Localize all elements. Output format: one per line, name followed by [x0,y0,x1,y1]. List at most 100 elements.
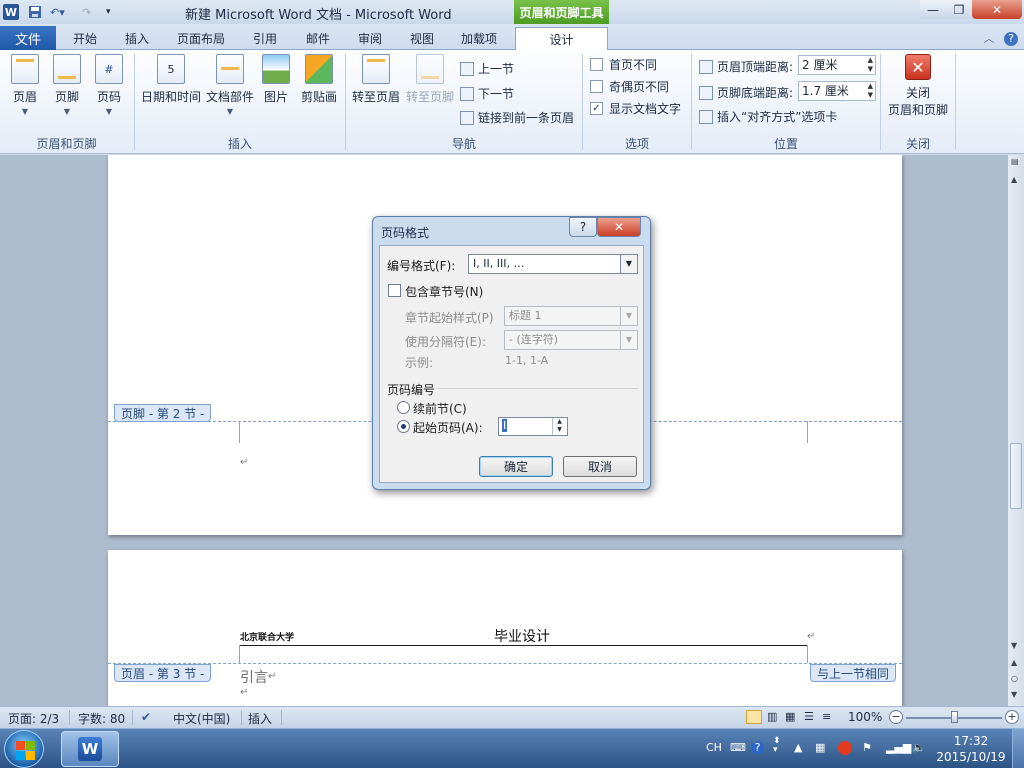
same-as-previous-tag: 与上一节相同 [810,664,897,682]
clip-art-button[interactable]: 剪贴画 [298,54,340,105]
insert-mode-indicator[interactable]: 插入 [248,710,272,727]
scrollbar-thumb[interactable] [1010,443,1022,509]
goto-header-button[interactable]: 转至页眉 [350,54,402,105]
chapter-style-select[interactable]: 标题 1 ▼ [504,306,638,326]
different-odd-even-checkbox[interactable]: 奇偶页不同 [590,78,669,95]
previous-section-button[interactable]: 上一节 [460,60,514,77]
minimize-ribbon-icon[interactable]: ︿ [984,32,995,45]
tab-home[interactable]: 开始 [64,27,106,50]
redo-icon[interactable]: ↷ [82,3,91,21]
show-hidden-icons-icon[interactable]: ▲ [794,741,802,754]
show-document-text-checkbox[interactable]: ✓ 显示文档文字 [590,100,681,117]
action-center-flag-icon[interactable]: ⚑ [862,741,872,754]
customize-toolbar-icon[interactable]: ▾ [106,3,111,21]
goto-footer-icon [416,54,444,84]
tab-review[interactable]: 审阅 [349,27,391,50]
ribbon-controls: ︿ ? [984,30,1018,46]
help-icon[interactable]: ? [1004,32,1018,46]
ime-options-icon[interactable]: ⬍ ▾ [773,737,781,755]
zoom-out-button[interactable]: − [889,710,903,724]
next-page-icon[interactable]: ▼ [1011,690,1017,699]
keyboard-icon[interactable]: ⌨ [730,741,746,754]
zoom-in-button[interactable]: + [1005,710,1019,724]
close-window-button[interactable]: ✕ [972,0,1022,19]
continue-from-previous-label: 续前节(C) [413,402,467,416]
scroll-down-icon[interactable]: ▼ [1011,641,1017,650]
spin-arrows-icon[interactable]: ▲ ▼ [552,418,566,435]
security-app-icon[interactable] [838,741,852,755]
tab-design[interactable]: 设计 [515,27,608,50]
scroll-up-icon[interactable]: ▲ [1011,175,1017,184]
web-layout-view-icon[interactable]: ▦ [785,710,795,723]
tab-view[interactable]: 视图 [401,27,443,50]
ok-button[interactable]: 确定 [479,456,553,477]
spin-arrows-icon[interactable]: ▲ ▼ [868,82,873,100]
include-chapter-checkbox[interactable] [388,284,401,297]
goto-footer-button[interactable]: 转至页脚 [404,54,456,105]
crop-mark [807,421,808,443]
tab-file[interactable]: 文件 [0,26,56,50]
date-time-button[interactable]: 5 日期和时间 [140,54,202,105]
tab-mailings[interactable]: 邮件 [297,27,339,50]
word-count[interactable]: 字数: 80 [78,710,125,727]
signal-icon[interactable]: ▂▄▆ [886,741,911,754]
doc-parts-button[interactable]: 文档部件 ▼ [204,54,256,116]
next-section-button[interactable]: 下一节 [460,85,514,102]
different-first-page-checkbox[interactable]: 首页不同 [590,56,657,73]
page-indicator[interactable]: 页面: 2/3 [8,710,59,727]
page-number-format-dialog[interactable]: 页码格式 ? ✕ 编号格式(F): I, II, III, … ▼ 包含章节号(… [372,216,651,490]
start-at-input[interactable]: I [502,419,508,432]
start-at-label: 起始页码(A): [413,421,483,435]
tab-references[interactable]: 引用 [244,27,286,50]
tab-add-ins[interactable]: 加载项 [452,27,506,50]
proofing-icon[interactable]: ✔ [141,710,151,724]
tab-page-layout[interactable]: 页面布局 [172,27,230,50]
previous-page-icon[interactable]: ▲ [1011,658,1017,667]
system-clock[interactable]: 17:32 2015/10/19 [935,733,1007,765]
save-icon[interactable] [28,3,42,21]
start-button[interactable] [4,730,44,768]
page-3[interactable]: 北京联合大学 毕业设计 ↵ 页眉 - 第 3 节 - 与上一节相同 引言 ↵ ↵ [108,550,902,706]
continue-from-previous-radio[interactable] [397,401,410,414]
spin-arrows-icon[interactable]: ▲ ▼ [868,56,873,74]
ruler-toggle-icon[interactable]: ▤ [1011,157,1019,166]
print-layout-view-icon[interactable] [746,710,762,724]
network-status-icon[interactable]: ▦ [815,741,825,754]
picture-button[interactable]: 图片 [260,54,292,105]
undo-icon[interactable]: ↶▾ [50,3,65,21]
zoom-slider-thumb[interactable] [951,711,958,723]
link-to-previous-button[interactable]: 链接到前一条页眉 [460,109,574,126]
word-app-icon[interactable]: W [3,4,19,20]
help-icon[interactable]: ? [751,741,764,754]
show-desktop-button[interactable] [1012,729,1024,768]
vertical-scrollbar[interactable]: ▤ ▲ ▼ ▲ ○ ▼ [1008,155,1024,706]
cancel-button[interactable]: 取消 [563,456,637,477]
footer-distance-stepper[interactable]: 1.7 厘米 ▲ ▼ [798,81,876,101]
full-screen-reading-view-icon[interactable]: ▥ [767,710,777,723]
start-at-stepper[interactable]: I ▲ ▼ [498,417,568,436]
taskbar-word-button[interactable]: W [61,731,119,767]
outline-view-icon[interactable]: ☰ [804,710,814,723]
dialog-title: 页码格式 [381,226,430,240]
dialog-help-button[interactable]: ? [569,217,597,237]
header-section-3-tag: 页眉 - 第 3 节 - [114,664,212,682]
close-header-footer-button[interactable]: ✕ 关闭 页眉和页脚 [884,54,952,118]
restore-button[interactable]: ❐ [946,0,972,19]
language-indicator[interactable]: 中文(中国) [173,710,230,727]
header-button[interactable]: 页眉 ▼ [8,54,42,116]
start-at-radio[interactable] [397,420,410,433]
minimize-button[interactable]: — [920,0,946,19]
page-number-button[interactable]: # 页码 ▼ [92,54,126,116]
browse-object-icon[interactable]: ○ [1011,674,1018,683]
insert-alignment-tab-button[interactable]: 插入“对齐方式”选项卡 [699,108,837,125]
ime-indicator[interactable]: CH [706,741,722,754]
footer-button[interactable]: 页脚 ▼ [50,54,84,116]
zoom-level[interactable]: 100% [848,710,882,724]
separator-select[interactable]: - (连字符) ▼ [504,330,638,350]
tab-insert[interactable]: 插入 [117,27,157,50]
number-format-select[interactable]: I, II, III, … ▼ [468,254,638,274]
header-distance-stepper[interactable]: 2 厘米 ▲ ▼ [798,55,876,75]
dialog-close-button[interactable]: ✕ [597,217,641,237]
volume-icon[interactable]: 🔈 [912,741,926,754]
draft-view-icon[interactable]: ≡ [822,710,831,723]
